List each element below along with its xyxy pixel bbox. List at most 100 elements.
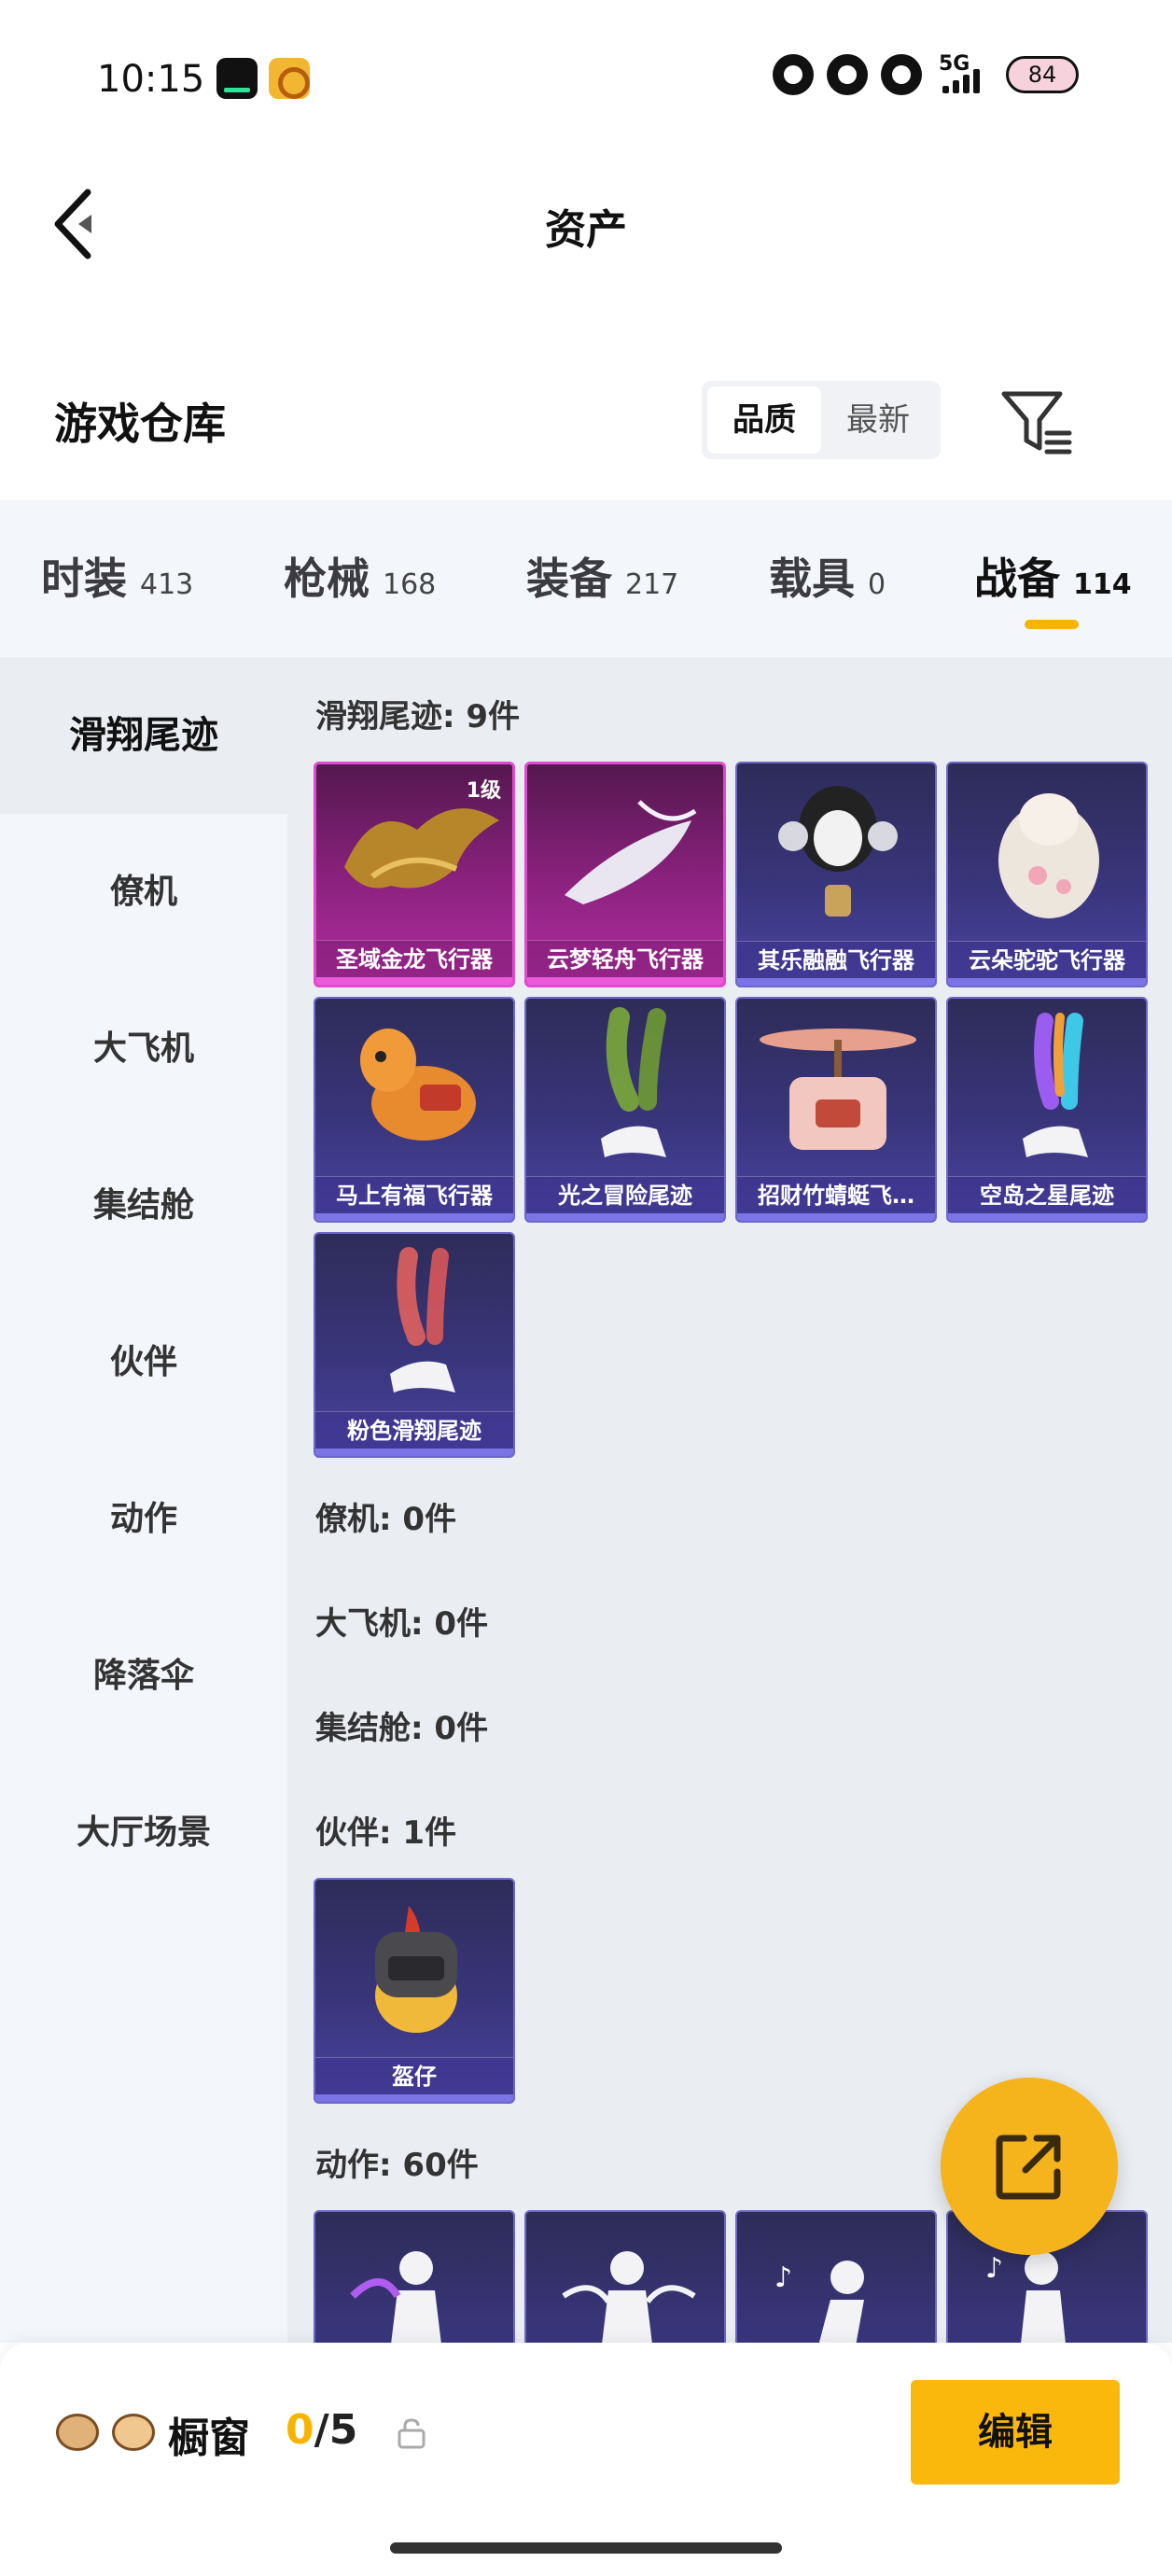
bamboo-copter-image [737, 999, 935, 1176]
showcase-total: /5 [314, 2406, 358, 2454]
showcase-label: 橱窗 [168, 2415, 250, 2462]
status-icons: 5G 84 [773, 54, 1079, 95]
item-card[interactable]: 云梦轻舟飞行器 [524, 762, 726, 987]
active-tab-indicator [1025, 620, 1079, 629]
sidebar-item-emote[interactable]: 动作 [0, 1441, 287, 1598]
section-label-partner: 伙伴: 1件 [315, 1814, 457, 1852]
page-title: 资产 [545, 206, 627, 254]
tab-count: 413 [140, 568, 194, 601]
tab-count: 0 [868, 568, 886, 601]
status-bar: 10:15 5G 84 [0, 0, 1172, 159]
item-name: 空岛之星尾迹 [948, 1176, 1146, 1213]
sort-toggle: 品质 最新 [702, 381, 941, 459]
bear-icon [827, 54, 868, 95]
item-card[interactable]: 1级 圣域金龙飞行器 [314, 762, 515, 987]
warehouse-title: 游戏仓库 [54, 399, 226, 449]
section-label-plane: 大飞机: 0件 [315, 1605, 489, 1643]
svg-text:♪: ♪ [774, 2261, 792, 2294]
green-smoke-trail-image [526, 999, 724, 1176]
sidebar-item-wingman[interactable]: 僚机 [0, 814, 287, 971]
sidebar-item-plane[interactable]: 大飞机 [0, 971, 287, 1127]
helmet-chick-image [315, 1880, 513, 2057]
battery-icon: 84 [1006, 56, 1079, 93]
item-name: 云朵驼驼飞行器 [948, 941, 1146, 978]
item-name: 粉色滑翔尾迹 [315, 1411, 513, 1449]
section-label-trail: 滑翔尾迹: 9件 [315, 698, 521, 735]
tab-count: 217 [625, 568, 679, 601]
sidebar-item-pod[interactable]: 集结舱 [0, 1127, 287, 1284]
horse-flyer-image [315, 999, 513, 1176]
tab-label: 装备 [526, 553, 612, 604]
sort-newest-button[interactable]: 最新 [821, 386, 935, 454]
emote-figure-image [315, 2212, 513, 2343]
tab-label: 时装 [41, 553, 127, 604]
level-badge: 1级 [466, 779, 501, 803]
showcase-current: 0 [286, 2406, 314, 2454]
showcase-count: 0/5 [286, 2406, 357, 2454]
item-card[interactable]: 其乐融融飞行器 [735, 762, 937, 987]
section-label-wingman: 僚机: 0件 [315, 1501, 457, 1538]
item-card[interactable]: ♪ [735, 2210, 937, 2343]
sidebar-item-parachute[interactable]: 降落伞 [0, 1598, 287, 1755]
item-name: 光之冒险尾迹 [526, 1176, 724, 1213]
sidebar-item-partner[interactable]: 伙伴 [0, 1284, 287, 1441]
share-icon [996, 2135, 1061, 2200]
alpaca-balloon-image [948, 763, 1146, 941]
rainbow-trail-image [948, 999, 1146, 1176]
status-time: 10:15 [97, 58, 205, 101]
penguin-balloon-image [737, 763, 935, 941]
bear-face-icon [56, 2414, 99, 2451]
bottom-bar: 橱窗 0/5 编辑 [0, 2343, 1172, 2576]
filter-icon [1001, 391, 1072, 455]
item-card[interactable]: 云朵驼驼飞行器 [946, 762, 1148, 987]
item-card[interactable]: 招财竹蜻蜓飞… [735, 997, 937, 1223]
sidebar-item-lobby[interactable]: 大厅场景 [0, 1755, 287, 1911]
signal-icon: 5G [935, 54, 993, 95]
app-icon-1 [216, 58, 258, 99]
item-name: 马上有福飞行器 [315, 1176, 513, 1213]
paw-badge-icon [112, 2414, 155, 2451]
section-label-emote: 动作: 60件 [315, 2147, 479, 2184]
item-name: 圣域金龙飞行器 [316, 940, 512, 977]
filter-button[interactable] [998, 386, 1073, 457]
item-card[interactable] [524, 2210, 726, 2343]
item-card[interactable] [314, 2210, 515, 2343]
tab-count: 168 [383, 568, 437, 601]
share-button[interactable] [941, 2078, 1118, 2255]
app-icon-2 [269, 58, 310, 99]
flower-icon [773, 54, 814, 95]
item-card[interactable]: 马上有福飞行器 [314, 997, 515, 1223]
item-card[interactable]: 光之冒险尾迹 [524, 997, 726, 1223]
tab-label: 载具 [769, 553, 855, 604]
tab-label: 枪械 [284, 553, 370, 604]
tab-battle-prep[interactable]: 战备 114 [974, 545, 1132, 607]
tab-fashion[interactable]: 时装 413 [41, 545, 193, 607]
item-name: 云梦轻舟飞行器 [527, 940, 723, 977]
sidebar-item-trail[interactable]: 滑翔尾迹 [0, 657, 287, 814]
emote-figure-image: ♪ [737, 2212, 935, 2343]
item-card[interactable]: 粉色滑翔尾迹 [314, 1232, 515, 1458]
home-indicator[interactable] [390, 2542, 782, 2554]
paw-icon [881, 54, 922, 95]
item-name: 招财竹蜻蜓飞… [737, 1176, 935, 1213]
category-tabs: 时装 413 枪械 168 装备 217 载具 0 战备 114 [0, 500, 1172, 657]
svg-text:♪: ♪ [985, 2252, 1003, 2285]
nav-bar: 资产 [0, 168, 1172, 280]
item-card[interactable]: 盔仔 [314, 1878, 515, 2104]
item-name: 盔仔 [315, 2057, 513, 2094]
tab-label: 战备 [974, 553, 1060, 604]
item-card[interactable]: 空岛之星尾迹 [946, 997, 1148, 1223]
emote-figure-image [526, 2212, 724, 2343]
subcategory-sidebar: 滑翔尾迹 僚机 大飞机 集结舱 伙伴 动作 降落伞 大厅场景 [0, 657, 287, 2343]
pink-trail-image [315, 1234, 513, 1411]
section-label-pod: 集结舱: 0件 [315, 1710, 489, 1747]
lock-icon [398, 2418, 426, 2449]
tab-equipment[interactable]: 装备 217 [526, 545, 678, 607]
item-name: 其乐融融飞行器 [737, 941, 935, 978]
cloud-boat-image [527, 764, 723, 942]
tab-guns[interactable]: 枪械 168 [284, 545, 436, 607]
edit-button[interactable]: 编辑 [911, 2380, 1120, 2485]
tab-vehicles[interactable]: 载具 0 [769, 545, 886, 607]
sort-quality-button[interactable]: 品质 [707, 386, 821, 454]
tab-count: 114 [1073, 568, 1132, 601]
